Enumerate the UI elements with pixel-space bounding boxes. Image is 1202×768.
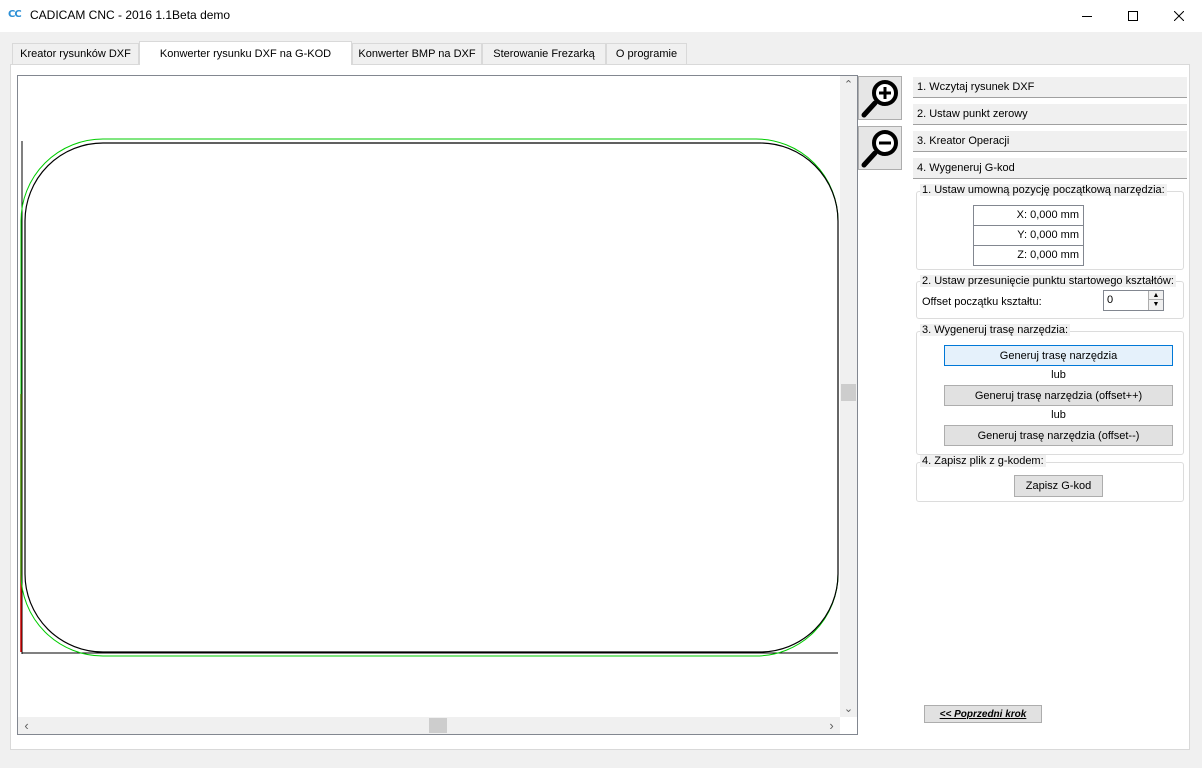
scroll-down-icon[interactable]: ⌄ — [840, 700, 857, 717]
maximize-icon — [1128, 10, 1138, 21]
z-position-field[interactable]: Z: 0,000 mm — [973, 245, 1084, 266]
app-logo-icon: CC — [8, 9, 22, 20]
drawing-view — [20, 138, 839, 657]
minimize-icon — [1082, 15, 1092, 17]
step-generate-gcode[interactable]: 4. Wygeneruj G-kod — [913, 158, 1187, 179]
x-position-field[interactable]: X: 0,000 mm — [973, 205, 1084, 226]
window-title: CADICAM CNC - 2016 1.1Beta demo — [30, 8, 231, 22]
maximize-button[interactable] — [1110, 0, 1156, 31]
tab-about[interactable]: O programie — [606, 43, 687, 64]
generate-offset-minus-button[interactable]: Generuj trasę narzędzia (offset--) — [944, 425, 1173, 446]
magnifier-plus-icon — [861, 80, 898, 118]
generate-toolpath-legend: 3. Wygeneruj trasę narzędzia: — [920, 324, 1071, 336]
close-icon — [1174, 10, 1184, 21]
save-gcode-legend: 4. Zapisz plik z g-kodem: — [920, 455, 1046, 467]
or-label: lub — [1051, 369, 1066, 381]
zoom-out-button[interactable] — [858, 126, 902, 170]
scroll-up-icon[interactable]: ⌃ — [840, 76, 857, 93]
horizontal-scrollbar[interactable]: ‹ › — [18, 717, 840, 734]
close-button[interactable] — [1156, 0, 1202, 31]
offset-value: 0 — [1107, 294, 1114, 306]
title-bar: CC CADICAM CNC - 2016 1.1Beta demo — [0, 0, 1202, 32]
magnifier-minus-icon — [861, 130, 898, 168]
step-load-dxf[interactable]: 1. Wczytaj rysunek DXF — [913, 77, 1187, 98]
save-gcode-button[interactable]: Zapisz G-kod — [1014, 475, 1103, 497]
scroll-right-icon[interactable]: › — [823, 717, 840, 734]
tool-path — [20, 138, 839, 657]
start-position-legend: 1. Ustaw umowną pozycję początkową narzę… — [920, 184, 1167, 196]
scroll-left-icon[interactable]: ‹ — [18, 717, 35, 734]
stepper-up-icon[interactable]: ▲ — [1148, 291, 1163, 300]
or-label: lub — [1051, 409, 1066, 421]
stepper-down-icon[interactable]: ▼ — [1148, 300, 1163, 310]
horizontal-scroll-thumb[interactable] — [429, 718, 447, 733]
previous-step-button[interactable]: << Poprzedni krok — [924, 705, 1042, 723]
tab-dxf-to-gcode[interactable]: Konwerter rysunku DXF na G-KOD — [139, 41, 352, 65]
vertical-scroll-thumb[interactable] — [841, 384, 856, 401]
vertical-scrollbar[interactable]: ⌃ ⌄ — [840, 76, 857, 717]
tab-bmp-to-dxf[interactable]: Konwerter BMP na DXF — [352, 43, 482, 64]
offset-stepper[interactable]: 0 ▲ ▼ — [1103, 290, 1164, 311]
tab-dxf-creator[interactable]: Kreator rysunków DXF — [12, 43, 139, 64]
start-offset-legend: 2. Ustaw przesunięcie punktu startowego … — [920, 275, 1176, 287]
drawing-canvas[interactable] — [17, 75, 858, 735]
generate-toolpath-button[interactable]: Generuj trasę narzędzia — [944, 345, 1173, 366]
step-operation-wizard[interactable]: 3. Kreator Operacji — [913, 131, 1187, 152]
offset-label: Offset początku kształtu: — [922, 296, 1042, 308]
zoom-in-button[interactable] — [858, 76, 902, 120]
y-position-field[interactable]: Y: 0,000 mm — [973, 225, 1084, 246]
minimize-button[interactable] — [1064, 0, 1110, 31]
tab-mill-control[interactable]: Sterowanie Frezarką — [482, 43, 606, 64]
generate-offset-plus-button[interactable]: Generuj trasę narzędzia (offset++) — [944, 385, 1173, 406]
shape-outline — [24, 142, 839, 653]
step-set-zero-point[interactable]: 2. Ustaw punkt zerowy — [913, 104, 1187, 125]
